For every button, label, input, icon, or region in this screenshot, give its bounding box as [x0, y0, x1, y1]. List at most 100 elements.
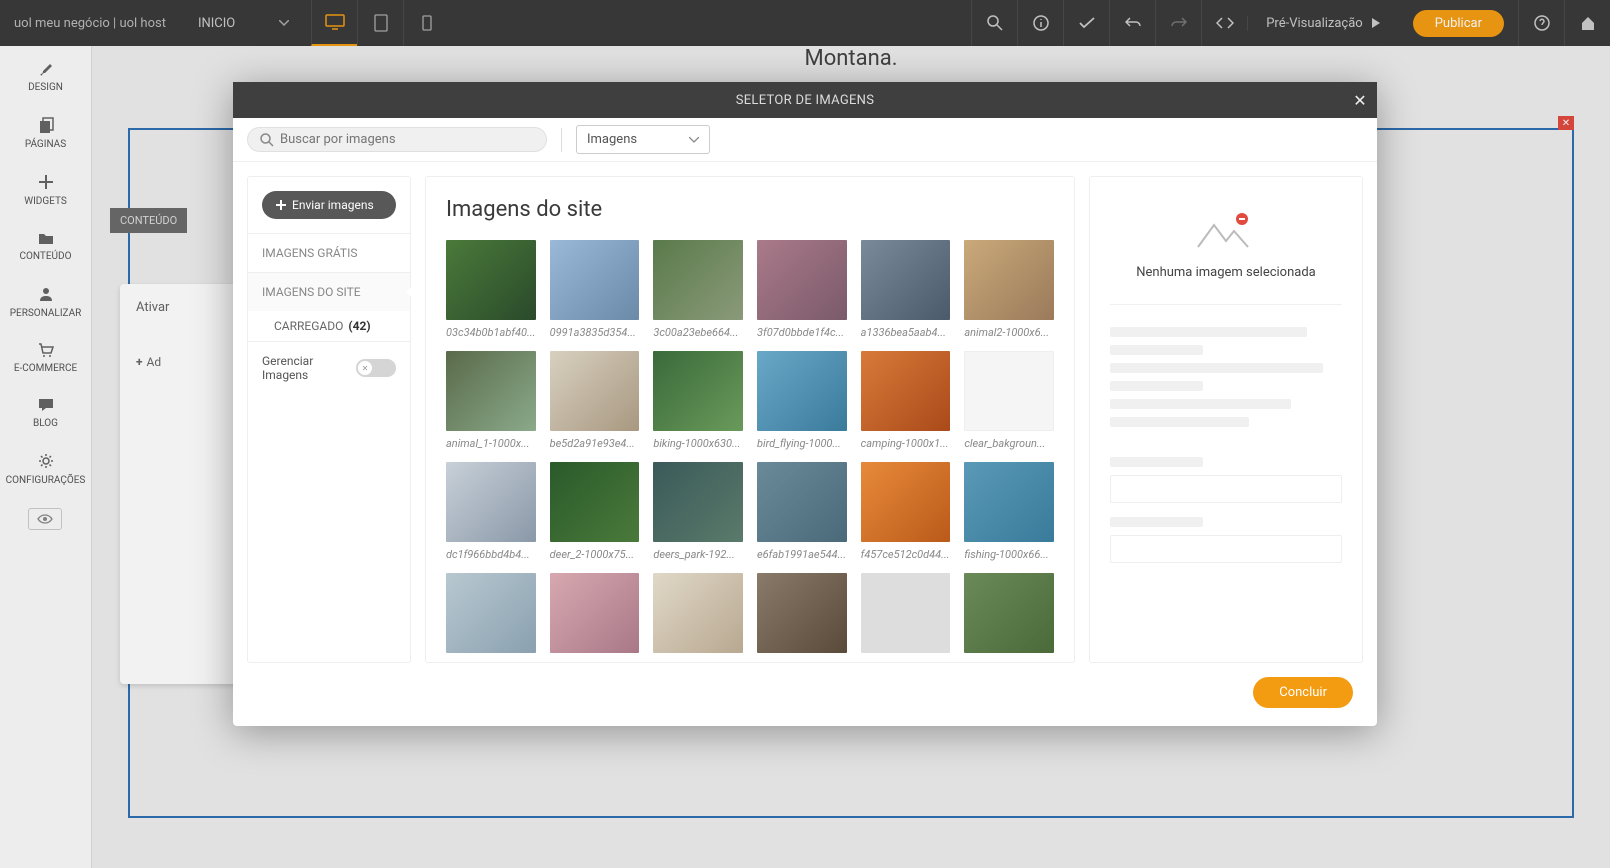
type-select-label: Imagens [587, 132, 637, 147]
preview-panel: Nenhuma imagem selecionada [1089, 176, 1363, 663]
image-tile[interactable] [757, 573, 847, 653]
modal-header: SELETOR DE IMAGENS ✕ [233, 82, 1377, 118]
image-caption: e6fab1991ae544... [757, 548, 847, 561]
image-tile[interactable] [550, 573, 640, 653]
search-icon [260, 133, 274, 147]
image-tile[interactable]: deer_2-1000x75... [550, 462, 640, 561]
image-tile[interactable] [653, 573, 743, 653]
image-thumbnail[interactable] [757, 462, 847, 542]
manage-label: Gerenciar Imagens [262, 354, 352, 382]
image-caption: 0991a3835d354... [550, 326, 640, 339]
image-tile[interactable] [446, 573, 536, 653]
image-thumbnail[interactable] [964, 351, 1054, 431]
image-caption: animal_1-1000x... [446, 437, 536, 450]
image-tile[interactable]: deers_park-192... [653, 462, 743, 561]
preview-skeleton [1110, 319, 1342, 577]
category-loaded[interactable]: CARREGADO (42) [248, 311, 410, 341]
image-thumbnail[interactable] [757, 240, 847, 320]
modal-title: SELETOR DE IMAGENS [736, 93, 875, 108]
image-tile[interactable]: camping-1000x1... [861, 351, 951, 450]
image-tile[interactable]: a1336bea5aab4... [861, 240, 951, 339]
no-image-text: Nenhuma imagem selecionada [1136, 265, 1316, 280]
image-thumbnail[interactable] [550, 351, 640, 431]
modal-overlay: SELETOR DE IMAGENS ✕ Imagens Enviar imag… [0, 0, 1610, 868]
image-caption: be5d2a91e93e4... [550, 437, 640, 450]
image-thumbnail[interactable] [446, 240, 536, 320]
image-tile[interactable]: fishing-1000x66... [964, 462, 1054, 561]
plus-icon [276, 200, 286, 210]
preview-input-2[interactable] [1110, 535, 1342, 563]
modal-toolbar: Imagens [233, 118, 1377, 162]
modal-footer: Concluir [233, 677, 1377, 726]
grid-title: Imagens do site [446, 197, 1054, 222]
image-thumbnail[interactable] [446, 573, 536, 653]
image-thumbnail[interactable] [653, 240, 743, 320]
image-thumbnail[interactable] [446, 351, 536, 431]
toolbar-separator [561, 128, 562, 152]
image-selector-modal: SELETOR DE IMAGENS ✕ Imagens Enviar imag… [233, 82, 1377, 726]
preview-input-1[interactable] [1110, 475, 1342, 503]
image-thumbnail[interactable] [757, 573, 847, 653]
image-thumbnail[interactable] [446, 462, 536, 542]
upload-button[interactable]: Enviar imagens [262, 191, 396, 219]
image-tile[interactable]: 03c34b0b1abf40... [446, 240, 536, 339]
no-image-state: Nenhuma imagem selecionada [1110, 197, 1342, 305]
image-caption: 3f07d0bbde1f4c... [757, 326, 847, 339]
image-caption: a1336bea5aab4... [861, 326, 951, 339]
manage-toggle[interactable] [356, 359, 396, 377]
image-caption: dc1f966bbd4b4... [446, 548, 536, 561]
type-select[interactable]: Imagens [576, 125, 710, 154]
image-tile[interactable]: f457ce512c0d44... [861, 462, 951, 561]
image-caption: deer_2-1000x75... [550, 548, 640, 561]
image-tile[interactable]: animal2-1000x6... [964, 240, 1054, 339]
image-thumbnail[interactable] [861, 351, 951, 431]
image-caption: deers_park-192... [653, 548, 743, 561]
image-thumbnail[interactable] [550, 462, 640, 542]
image-thumbnail[interactable] [861, 462, 951, 542]
image-thumbnail[interactable] [861, 573, 951, 653]
image-thumbnail[interactable] [757, 351, 847, 431]
image-tile[interactable]: be5d2a91e93e4... [550, 351, 640, 450]
image-caption: clear_bakgroun... [964, 437, 1054, 450]
image-tile[interactable] [964, 573, 1054, 653]
category-site[interactable]: IMAGENS DO SITE [248, 272, 410, 311]
modal-body: Enviar imagens IMAGENS GRÁTIS IMAGENS DO… [233, 162, 1377, 677]
image-thumbnail[interactable] [964, 462, 1054, 542]
image-caption: camping-1000x1... [861, 437, 951, 450]
image-tile[interactable]: animal_1-1000x... [446, 351, 536, 450]
image-tile[interactable]: 3f07d0bbde1f4c... [757, 240, 847, 339]
image-thumbnail[interactable] [964, 573, 1054, 653]
image-caption: f457ce512c0d44... [861, 548, 951, 561]
image-grid: 03c34b0b1abf40... 0991a3835d354... 3c00a23… [446, 240, 1054, 653]
image-thumbnail[interactable] [653, 462, 743, 542]
manage-images-toggle-row: Gerenciar Imagens [248, 341, 410, 394]
image-tile[interactable]: biking-1000x630... [653, 351, 743, 450]
image-caption: fishing-1000x66... [964, 548, 1054, 561]
image-tile[interactable]: e6fab1991ae544... [757, 462, 847, 561]
image-thumbnail[interactable] [550, 573, 640, 653]
image-tile[interactable]: clear_bakgroun... [964, 351, 1054, 450]
image-tile[interactable] [861, 573, 951, 653]
image-tile[interactable]: dc1f966bbd4b4... [446, 462, 536, 561]
image-thumbnail[interactable] [861, 240, 951, 320]
image-tile[interactable]: bird_flying-1000... [757, 351, 847, 450]
image-thumbnail[interactable] [964, 240, 1054, 320]
image-caption: 03c34b0b1abf40... [446, 326, 536, 339]
chevron-down-icon [689, 137, 699, 143]
image-thumbnail[interactable] [653, 573, 743, 653]
image-caption: bird_flying-1000... [757, 437, 847, 450]
image-caption: biking-1000x630... [653, 437, 743, 450]
image-placeholder-icon [1194, 211, 1258, 251]
search-box[interactable] [247, 127, 547, 152]
image-tile[interactable]: 3c00a23ebe664... [653, 240, 743, 339]
category-free[interactable]: IMAGENS GRÁTIS [248, 233, 410, 272]
image-caption: 3c00a23ebe664... [653, 326, 743, 339]
image-tile[interactable]: 0991a3835d354... [550, 240, 640, 339]
image-thumbnail[interactable] [653, 351, 743, 431]
image-grid-panel: Imagens do site 03c34b0b1abf40... 0991a38… [425, 176, 1075, 663]
image-caption: animal2-1000x6... [964, 326, 1054, 339]
search-input[interactable] [280, 132, 534, 147]
done-button[interactable]: Concluir [1253, 677, 1353, 708]
image-thumbnail[interactable] [550, 240, 640, 320]
modal-close-button[interactable]: ✕ [1353, 91, 1367, 110]
